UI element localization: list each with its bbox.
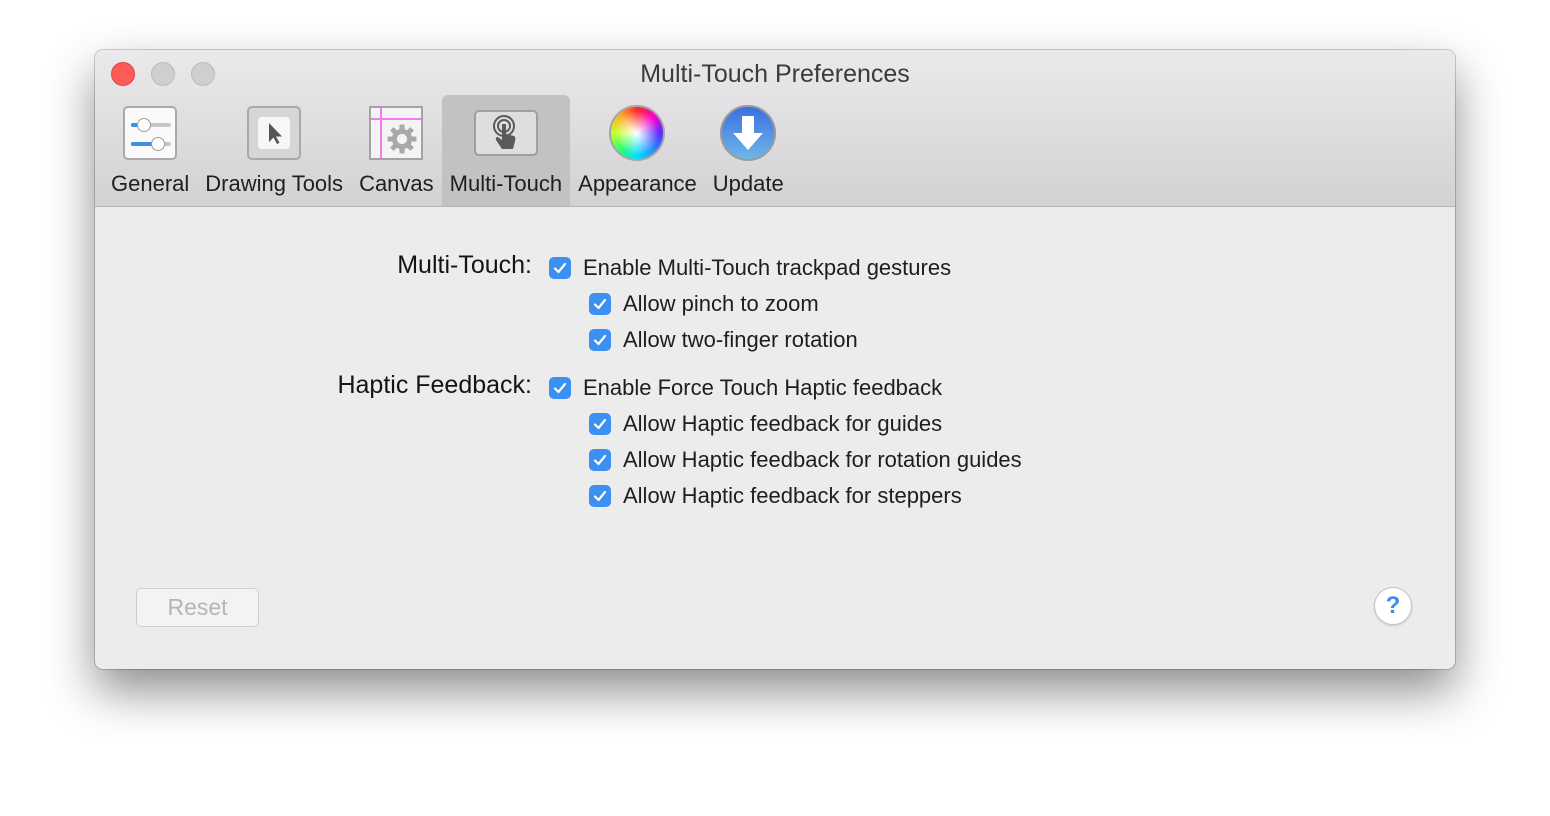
tab-appearance-label: Appearance [578,171,697,196]
haptic-steppers-checkbox[interactable] [589,485,611,507]
tab-multi-touch-label: Multi-Touch [449,171,563,196]
touch-hand-icon [473,104,539,162]
enable-haptic-label: Enable Force Touch Haptic feedback [583,375,943,400]
two-finger-rotation-label: Allow two-finger rotation [623,327,858,352]
help-button[interactable]: ? [1374,587,1412,625]
tab-multi-touch[interactable]: Multi-Touch [441,95,571,206]
haptic-rotation-guides-option[interactable]: Allow Haptic feedback for rotation guide… [589,447,1022,473]
pinch-zoom-checkbox[interactable] [589,293,611,315]
two-finger-rotation-option[interactable]: Allow two-finger rotation [589,327,858,353]
canvas-gear-icon [367,104,425,162]
haptic-guides-option[interactable]: Allow Haptic feedback for guides [589,411,942,437]
enable-multitouch-label: Enable Multi-Touch trackpad gestures [583,255,952,280]
two-finger-rotation-checkbox[interactable] [589,329,611,351]
preferences-window: Multi-Touch Preferences General Drawing … [95,50,1455,669]
tab-drawing-tools-label: Drawing Tools [205,171,344,196]
haptic-rotation-guides-checkbox[interactable] [589,449,611,471]
tab-general-label: General [111,171,190,196]
tab-canvas-label: Canvas [359,171,434,196]
color-wheel-icon [608,104,666,162]
haptic-guides-checkbox[interactable] [589,413,611,435]
haptic-section-label: Haptic Feedback: [337,371,532,399]
window-title: Multi-Touch Preferences [640,60,910,88]
haptic-steppers-label: Allow Haptic feedback for steppers [623,483,962,508]
preferences-toolbar: General Drawing Tools Canvas Multi-Touch… [103,95,792,206]
download-arrow-icon [719,104,777,162]
enable-haptic-checkbox[interactable] [549,377,571,399]
haptic-guides-label: Allow Haptic feedback for guides [623,411,943,436]
preferences-content: Multi-Touch: Enable Multi-Touch trackpad… [95,207,1455,669]
pinch-zoom-option[interactable]: Allow pinch to zoom [589,291,819,317]
tab-canvas[interactable]: Canvas [351,95,442,206]
tab-appearance[interactable]: Appearance [570,95,705,206]
sliders-icon [121,104,179,162]
haptic-rotation-guides-label: Allow Haptic feedback for rotation guide… [623,447,1022,472]
enable-multitouch-checkbox[interactable] [549,257,571,279]
tab-update[interactable]: Update [705,95,792,206]
tab-update-label: Update [712,171,784,196]
cursor-arrow-icon [245,104,303,162]
haptic-steppers-option[interactable]: Allow Haptic feedback for steppers [589,483,962,509]
pinch-zoom-label: Allow pinch to zoom [623,291,819,316]
reset-button[interactable]: Reset [136,588,259,627]
multitouch-section-label: Multi-Touch: [397,251,532,279]
enable-haptic-option[interactable]: Enable Force Touch Haptic feedback [549,375,942,401]
tab-drawing-tools[interactable]: Drawing Tools [197,95,351,206]
question-mark-icon: ? [1385,592,1401,619]
titlebar: Multi-Touch Preferences General Drawing … [95,50,1455,207]
enable-multitouch-option[interactable]: Enable Multi-Touch trackpad gestures [549,255,951,281]
tab-general[interactable]: General [103,95,197,206]
